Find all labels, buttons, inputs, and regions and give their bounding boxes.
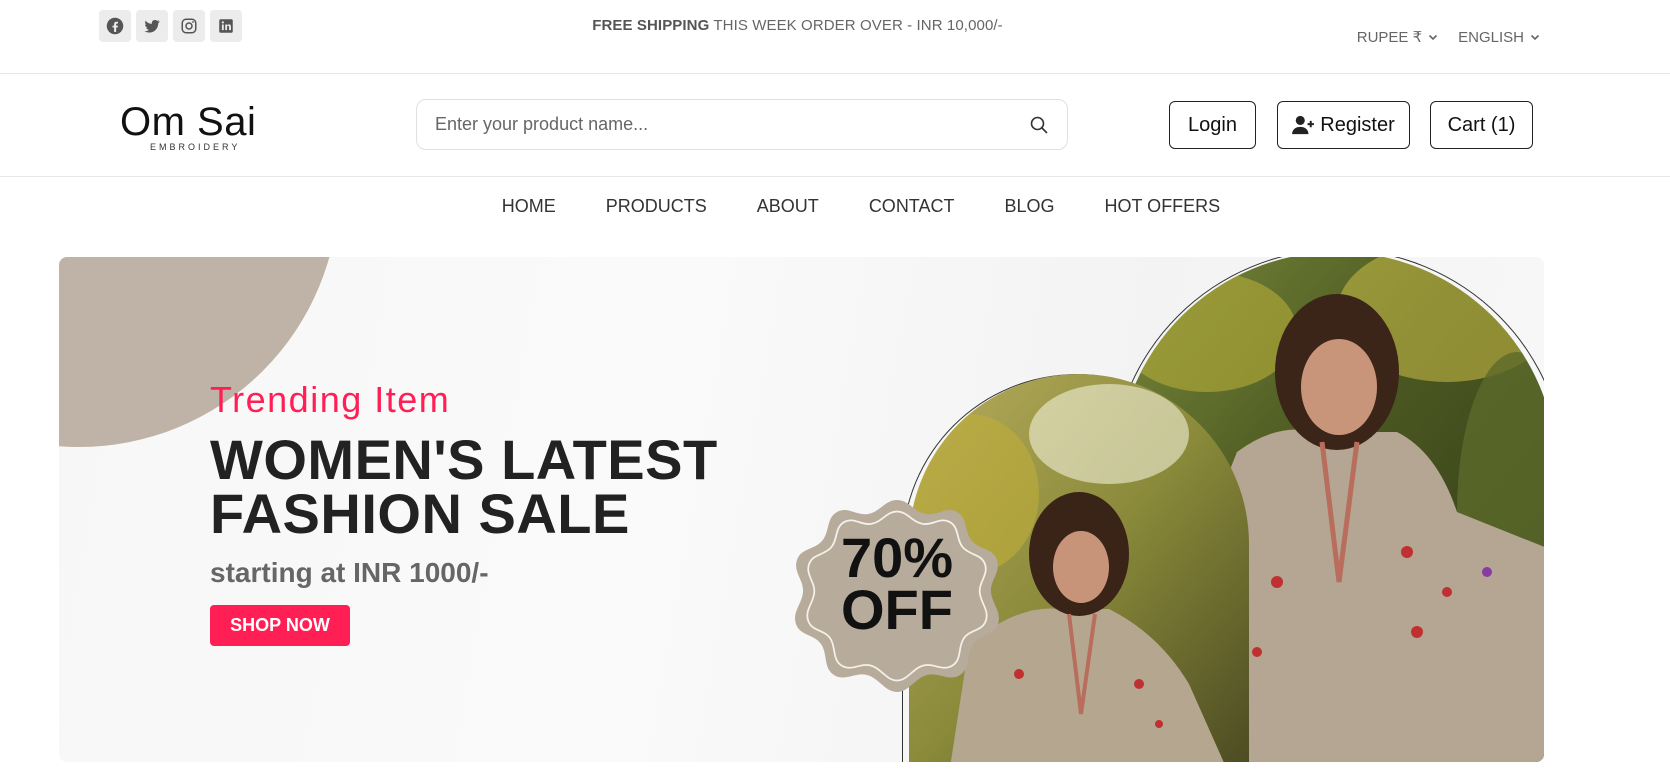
user-plus-icon bbox=[1292, 115, 1315, 135]
promo-text: THIS WEEK ORDER OVER - INR 10,000/- bbox=[709, 17, 1003, 34]
nav-item-blog[interactable]: BLOG bbox=[1004, 196, 1054, 234]
site-logo[interactable]: Om Sai EMBROIDERY bbox=[120, 102, 270, 152]
hero-price: starting at INR 1000/- bbox=[210, 557, 489, 588]
search-icon[interactable] bbox=[1029, 115, 1049, 135]
search-bar bbox=[416, 99, 1068, 150]
nav-item-contact[interactable]: CONTACT bbox=[869, 196, 955, 234]
hero-title-line2: FASHION SALE bbox=[210, 482, 630, 545]
promo-highlight: FREE SHIPPING bbox=[592, 17, 710, 34]
hero-banner: Trending Item WOMEN'S LATEST FASHION SAL… bbox=[59, 257, 1544, 762]
language-label: ENGLISH bbox=[1458, 28, 1524, 46]
nav-item-about[interactable]: ABOUT bbox=[757, 196, 819, 234]
promo-banner: FREE SHIPPING THIS WEEK ORDER OVER - INR… bbox=[0, 17, 1595, 34]
login-button[interactable]: Login bbox=[1169, 101, 1256, 149]
language-selector[interactable]: ENGLISH bbox=[1458, 28, 1540, 46]
register-button[interactable]: Register bbox=[1277, 101, 1410, 149]
top-bar: FREE SHIPPING THIS WEEK ORDER OVER - INR… bbox=[0, 0, 1670, 74]
search-input[interactable] bbox=[435, 114, 1029, 135]
cart-button[interactable]: Cart (1) bbox=[1430, 101, 1533, 149]
nav-item-products[interactable]: PRODUCTS bbox=[606, 196, 707, 234]
logo-name: Om Sai bbox=[120, 100, 257, 144]
chevron-down-icon bbox=[1429, 34, 1438, 41]
hero-title: WOMEN'S LATEST FASHION SALE bbox=[210, 428, 718, 545]
register-label: Register bbox=[1320, 113, 1395, 136]
login-label: Login bbox=[1188, 113, 1237, 136]
cart-label: Cart (1) bbox=[1447, 113, 1516, 136]
badge-off: OFF bbox=[841, 578, 953, 641]
badge-percent: 70% bbox=[840, 526, 954, 589]
nav-item-home[interactable]: HOME bbox=[502, 196, 556, 234]
main-nav: HOME PRODUCTS ABOUT CONTACT BLOG HOT OFF… bbox=[0, 178, 1670, 234]
chevron-down-icon bbox=[1530, 34, 1540, 41]
currency-label: RUPEE ₹ bbox=[1356, 29, 1423, 46]
hero-title-line1: WOMEN'S LATEST bbox=[210, 428, 718, 491]
nav-item-hot-offers[interactable]: HOT OFFERS bbox=[1105, 196, 1221, 234]
nav-list: HOME PRODUCTS ABOUT CONTACT BLOG HOT OFF… bbox=[502, 196, 1220, 234]
badge-text: 70% OFF bbox=[792, 526, 1002, 641]
shop-now-button[interactable]: SHOP NOW bbox=[210, 605, 350, 646]
preference-selectors: RUPEE ₹ ENGLISH bbox=[1357, 28, 1540, 46]
currency-selector[interactable]: RUPEE ₹ bbox=[1357, 28, 1438, 46]
main-header: Om Sai EMBROIDERY Login Register Cart (1… bbox=[0, 74, 1670, 177]
hero-subtitle: Trending Item bbox=[210, 379, 451, 420]
discount-badge: 70% OFF bbox=[792, 492, 1002, 702]
